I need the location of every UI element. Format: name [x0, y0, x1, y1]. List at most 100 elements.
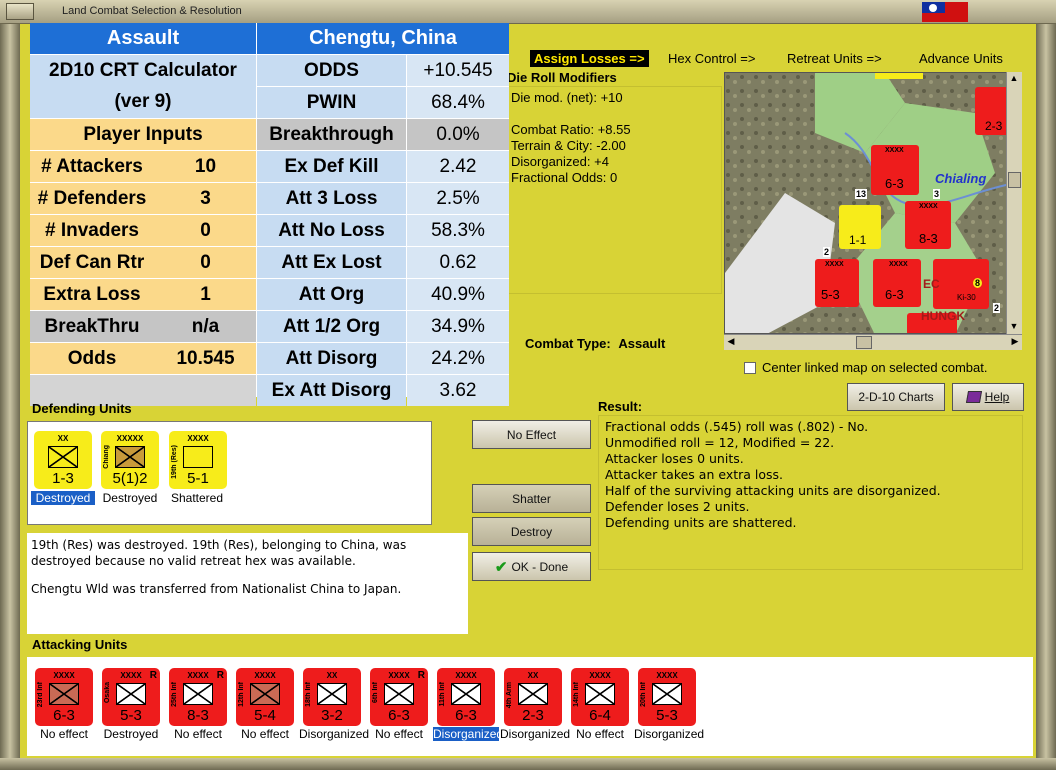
destroy-button[interactable]: Destroy: [472, 517, 591, 546]
map-label-chialing: Chialing: [935, 171, 987, 186]
unit-size: XXXX: [589, 671, 611, 680]
map-unit-strength[interactable]: 2-3: [985, 119, 1002, 133]
crt-grid: Assault Chengtu, China 2D10 CRT Calculat…: [30, 23, 509, 406]
map-unit-strength[interactable]: 8-3: [919, 231, 938, 246]
phase-advance-units[interactable]: Advance Units: [919, 51, 1003, 66]
unit-status: Destroyed: [102, 491, 158, 505]
unit-status: Destroyed: [103, 727, 159, 741]
attacking-unit[interactable]: XXXX Osaka R 5-3: [102, 668, 160, 726]
crt-input-value[interactable]: 0: [155, 215, 256, 246]
attacking-unit[interactable]: XXXX 12th Inf 5-4: [236, 668, 294, 726]
modifier-line: Disorganized: +4: [511, 154, 609, 169]
unit-strength: 5-4: [254, 707, 276, 724]
scroll-thumb[interactable]: [1008, 172, 1021, 188]
crt-player-inputs: Player Inputs: [30, 119, 256, 150]
crt-input-value[interactable]: 0: [155, 247, 256, 278]
map-vertical-scrollbar[interactable]: ▲ ▼: [1006, 72, 1022, 334]
crt-input-value[interactable]: 10.545: [155, 343, 256, 374]
attacking-unit[interactable]: XXXX 11th Inf 6-3: [437, 668, 495, 726]
charts-button[interactable]: 2-D-10 Charts: [847, 383, 945, 411]
crt-result-label: Ex Def Kill: [257, 151, 406, 182]
unit-strength: 6-3: [455, 707, 477, 724]
crt-input-value[interactable]: 1: [155, 279, 256, 310]
crt-input-row: # Invaders 0: [30, 215, 256, 246]
reserve-symbol-icon: [183, 446, 213, 468]
crt-input-label: BreakThru: [30, 311, 154, 342]
charts-button-label: 2-D-10 Charts: [858, 390, 934, 404]
scroll-thumb[interactable]: [856, 336, 872, 349]
crt-result-label: PWIN: [257, 87, 406, 118]
attacking-unit[interactable]: XXXX 25th Inf R 8-3: [169, 668, 227, 726]
unit-size: XX: [57, 434, 69, 443]
ok-done-button[interactable]: ✔ OK - Done: [472, 552, 591, 581]
left-frame: [0, 24, 20, 770]
infantry-symbol-icon: [384, 683, 414, 705]
unit-status: Destroyed: [31, 491, 95, 505]
reserve-flag: R: [216, 670, 224, 681]
stack-count: 13: [855, 189, 868, 199]
unit-size: XXXX: [455, 671, 477, 680]
infantry-symbol-icon: [317, 683, 347, 705]
center-map-checkbox[interactable]: [744, 361, 756, 374]
unit-strength: 1-3: [52, 470, 74, 487]
message-line: 19th (Res) was destroyed. 19th (Res), be…: [31, 538, 407, 568]
message-line: Chengtu Wld was transferred from Nationa…: [31, 582, 402, 596]
center-map-option[interactable]: Center linked map on selected combat.: [744, 360, 987, 375]
crt-input-label: # Invaders: [30, 215, 154, 246]
system-menu-button[interactable]: [6, 3, 34, 20]
attacking-unit[interactable]: XXXX 14th Inf 6-4: [571, 668, 629, 726]
unit-status: Shattered: [170, 491, 224, 505]
attacking-units-title: Attacking Units: [32, 637, 128, 652]
defending-unit[interactable]: XXXX 19th (Res) 5-1: [169, 431, 227, 489]
crt-input-value[interactable]: n/a: [155, 311, 256, 342]
no-effect-button[interactable]: No Effect: [472, 420, 591, 449]
defending-units-title: Defending Units: [32, 401, 132, 416]
book-icon: [965, 391, 982, 403]
modifier-line: [511, 106, 718, 122]
scroll-right-icon[interactable]: ▶: [1008, 335, 1022, 349]
linked-map[interactable]: 6-3 8-3 5-3 6-3 1-1 2-3 Ki-30 XXXX XXXX …: [724, 72, 1022, 334]
shatter-button[interactable]: Shatter: [472, 484, 591, 513]
attacking-unit[interactable]: XXXX 6th Inf R 6-3: [370, 668, 428, 726]
unit-strength: 8-3: [187, 707, 209, 724]
infantry-symbol-icon: [585, 683, 615, 705]
result-line: Attacker takes an extra loss.: [605, 467, 784, 482]
crt-result-label: Att No Loss: [257, 215, 406, 246]
infantry-symbol-icon: [183, 683, 213, 705]
attacking-unit[interactable]: XX 4th Arm 2-3: [504, 668, 562, 726]
crt-result-label: Ex Att Disorg: [257, 375, 406, 406]
help-button-label: Help: [984, 390, 1010, 404]
crt-input-value[interactable]: 10: [155, 151, 256, 182]
map-unit-strength[interactable]: 5-3: [821, 287, 840, 302]
defending-unit[interactable]: XX 1-3: [34, 431, 92, 489]
modifier-line: Fractional Odds: 0: [511, 170, 618, 185]
crt-result-value: 2.42: [407, 151, 509, 182]
crt-title-line1: 2D10 CRT Calculator: [49, 59, 237, 81]
map-unit-strength[interactable]: 6-3: [885, 176, 904, 191]
phase-retreat-units[interactable]: Retreat Units =>: [787, 51, 882, 66]
attacking-unit[interactable]: XXXX 23rd Inf 6-3: [35, 668, 93, 726]
attacking-unit[interactable]: XXXX 20th Inf 5-3: [638, 668, 696, 726]
help-button[interactable]: Help: [952, 383, 1024, 411]
crt-input-value[interactable]: 3: [155, 183, 256, 214]
right-frame: [1036, 24, 1056, 770]
map-unit-size: XXXX: [885, 147, 904, 154]
map-unit-strength[interactable]: 1-1: [849, 233, 866, 247]
defending-unit[interactable]: XXXXX Chiang 5(1)2: [101, 431, 159, 489]
scroll-down-icon[interactable]: ▼: [1007, 320, 1021, 334]
attacking-unit[interactable]: XX 18th Inf 3-2: [303, 668, 361, 726]
scroll-left-icon[interactable]: ◀: [724, 335, 738, 349]
bottom-frame: [0, 758, 1056, 770]
map-unit-strength[interactable]: 6-3: [885, 287, 904, 302]
modifier-line: Die mod. (net): +10: [511, 90, 623, 105]
map-horizontal-scrollbar[interactable]: ◀ ▶: [724, 334, 1022, 350]
unit-size: XXXX: [254, 671, 276, 680]
map-unit-name[interactable]: Ki-30: [957, 293, 976, 302]
phase-assign-losses[interactable]: Assign Losses =>: [530, 50, 649, 67]
scroll-up-icon[interactable]: ▲: [1007, 72, 1021, 86]
phase-hex-control[interactable]: Hex Control =>: [668, 51, 755, 66]
unit-strength: 5-3: [120, 707, 142, 724]
stack-count: 2: [993, 303, 1001, 313]
unit-name: 23rd Inf: [37, 682, 44, 708]
unit-strength: 5-1: [187, 470, 209, 487]
